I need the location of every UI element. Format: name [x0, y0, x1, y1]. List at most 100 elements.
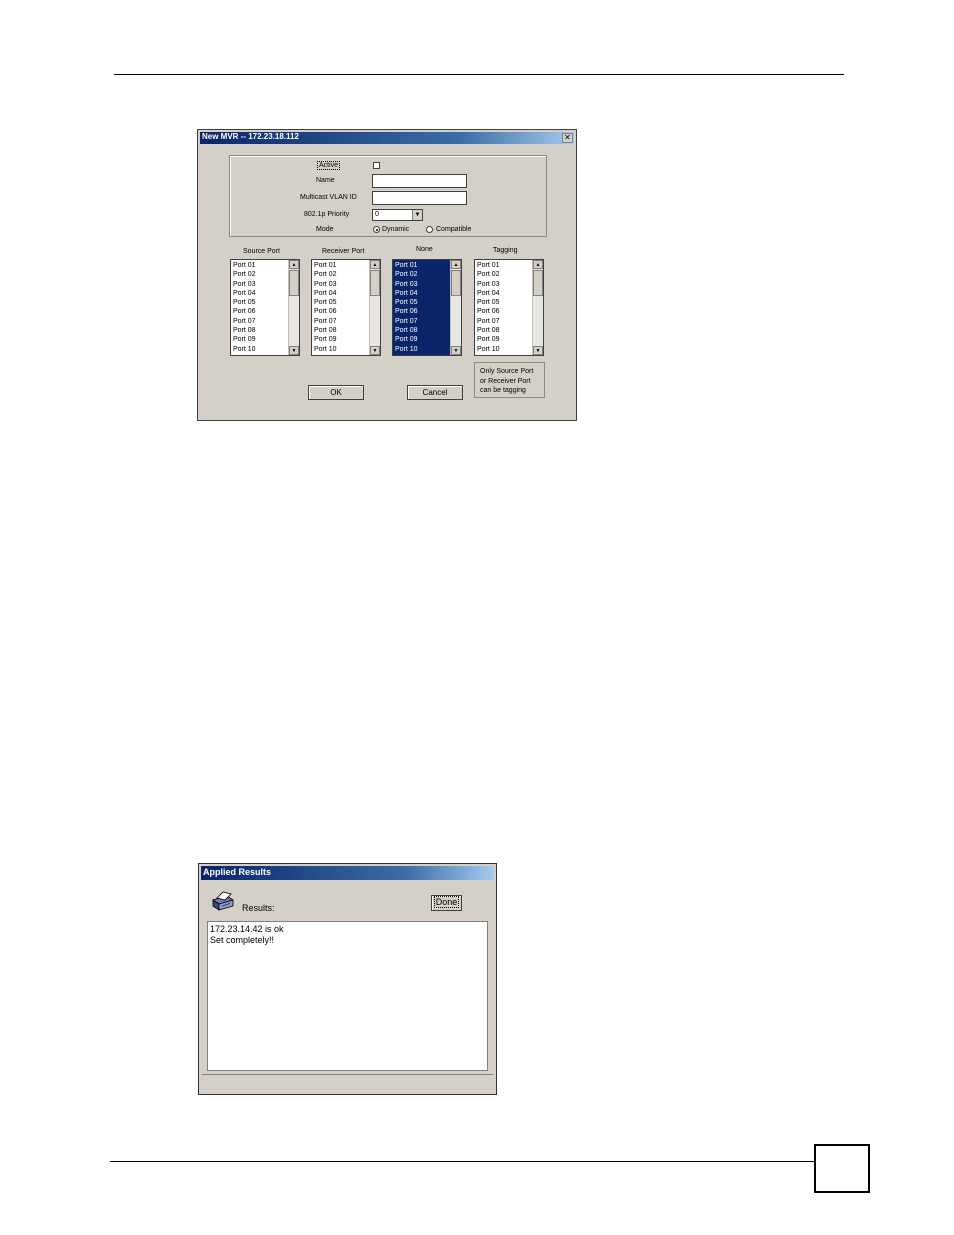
port-list-item[interactable]: Port 04: [394, 289, 450, 298]
port-list-item[interactable]: Port 08: [232, 326, 288, 335]
mode-dynamic-radio[interactable]: [373, 226, 380, 233]
scroll-up-icon[interactable]: ▲: [370, 260, 380, 269]
scroll-up-icon[interactable]: ▲: [451, 260, 461, 269]
scroll-down-icon[interactable]: ▼: [451, 346, 461, 355]
port-list-item[interactable]: Port 03: [476, 280, 532, 289]
port-list-item[interactable]: Port 09: [394, 335, 450, 344]
note-line: or Receiver Port: [480, 377, 531, 385]
port-list-item[interactable]: Port 04: [232, 289, 288, 298]
name-input[interactable]: [372, 174, 467, 188]
port-list-item[interactable]: Port 01: [476, 261, 532, 270]
scroll-down-icon[interactable]: ▼: [370, 346, 380, 355]
note-line: Only Source Port: [480, 368, 534, 375]
note-line: can be tagging: [480, 387, 526, 394]
done-button[interactable]: Done: [431, 895, 462, 911]
port-list-item[interactable]: Port 05: [476, 298, 532, 307]
result-line: Set completely!!: [210, 935, 275, 945]
port-list-item[interactable]: Port 08: [476, 326, 532, 335]
tagging-port-list[interactable]: Port 01 Port 02 Port 03 Port 04 Port 05 Port …: [474, 259, 544, 356]
port-list-item[interactable]: Port 06: [313, 307, 369, 316]
scroll-thumb[interactable]: [289, 270, 299, 296]
port-list-item[interactable]: Port 07: [394, 317, 450, 326]
port-list-item[interactable]: Port 07: [313, 317, 369, 326]
port-list-item[interactable]: Port 02: [476, 270, 532, 279]
port-list-item[interactable]: Port 10: [232, 345, 288, 354]
active-checkbox[interactable]: [373, 162, 380, 169]
results-title-bar: Applied Results: [201, 866, 494, 880]
status-bar: [202, 1074, 493, 1091]
vlan-id-label: Multicast VLAN ID: [300, 194, 357, 201]
tagging-note: Only Source Port or Receiver Port can be…: [474, 362, 545, 398]
port-list-item[interactable]: Port 06: [232, 307, 288, 316]
mode-compatible-radio[interactable]: [426, 226, 433, 233]
footer-rule: [110, 1161, 814, 1162]
none-port-list[interactable]: Port 01 Port 02 Port 03 Port 04 Port 05 Port …: [392, 259, 462, 356]
port-list-item[interactable]: Port 01: [394, 261, 450, 270]
port-list-item[interactable]: Port 10: [313, 345, 369, 354]
none-port-scrollbar[interactable]: ▲ ▼: [450, 260, 461, 355]
mode-dynamic-label: Dynamic: [382, 226, 410, 233]
port-list-item[interactable]: Port 05: [394, 298, 450, 307]
port-list-item[interactable]: Port 03: [313, 280, 369, 289]
port-list-item[interactable]: Port 02: [313, 270, 369, 279]
port-list-item[interactable]: Port 06: [394, 307, 450, 316]
port-list-item[interactable]: Port 02: [394, 270, 450, 279]
results-text-area[interactable]: 172.23.14.42 is ok Set completely!!: [207, 921, 488, 1071]
port-list-item[interactable]: Port 02: [232, 270, 288, 279]
mode-compatible-label: Compatible: [436, 226, 472, 233]
port-list-item[interactable]: Port 04: [476, 289, 532, 298]
port-list-item[interactable]: Port 01: [313, 261, 369, 270]
page-number-box: [814, 1144, 870, 1193]
vlan-id-input[interactable]: [372, 191, 467, 205]
port-list-item[interactable]: Port 06: [476, 307, 532, 316]
port-list-item[interactable]: Port 09: [232, 335, 288, 344]
port-list-item[interactable]: Port 09: [313, 335, 369, 344]
done-label: Done: [433, 896, 460, 908]
tagging-port-scrollbar[interactable]: ▲ ▼: [532, 260, 543, 355]
priority-select[interactable]: 0 ▼: [372, 209, 423, 221]
chevron-down-icon[interactable]: ▼: [412, 210, 422, 220]
receiver-port-heading: Receiver Port: [322, 248, 365, 255]
port-list-item[interactable]: Port 07: [476, 317, 532, 326]
active-label: Active: [317, 161, 341, 170]
port-list-item[interactable]: Port 10: [394, 345, 450, 354]
receiver-port-scrollbar[interactable]: ▲ ▼: [369, 260, 380, 355]
ok-button[interactable]: OK: [308, 385, 364, 400]
results-label: Results:: [242, 903, 275, 913]
port-list-item[interactable]: Port 07: [232, 317, 288, 326]
tagging-heading: Tagging: [493, 247, 518, 254]
source-port-list[interactable]: Port 01 Port 02 Port 03 Port 04 Port 05 Port …: [230, 259, 300, 356]
port-list-item[interactable]: Port 01: [232, 261, 288, 270]
scroll-down-icon[interactable]: ▼: [533, 346, 543, 355]
priority-label: 802.1p Priority: [304, 211, 350, 218]
scroll-thumb[interactable]: [533, 270, 543, 296]
receiver-port-list[interactable]: Port 01 Port 02 Port 03 Port 04 Port 05 Port …: [311, 259, 381, 356]
mode-label: Mode: [316, 226, 334, 233]
source-port-scrollbar[interactable]: ▲ ▼: [288, 260, 299, 355]
port-list-item[interactable]: Port 05: [313, 298, 369, 307]
port-list-item[interactable]: Port 08: [394, 326, 450, 335]
dialog-title-bar: New MVR -- 172.23.18.112: [200, 132, 574, 144]
dialog-title: New MVR -- 172.23.18.112: [202, 132, 299, 141]
name-label: Name: [316, 177, 335, 184]
scroll-thumb[interactable]: [451, 270, 461, 296]
priority-value: 0: [375, 211, 379, 218]
results-title: Applied Results: [203, 867, 272, 877]
applied-results-dialog: Applied Results Results: Done 172.23.14.…: [198, 863, 497, 1095]
scroll-down-icon[interactable]: ▼: [289, 346, 299, 355]
new-mvr-dialog: New MVR -- 172.23.18.112 ✕ Active Name M…: [197, 129, 577, 421]
scroll-up-icon[interactable]: ▲: [289, 260, 299, 269]
cancel-button[interactable]: Cancel: [407, 385, 463, 400]
scroll-thumb[interactable]: [370, 270, 380, 296]
scroll-up-icon[interactable]: ▲: [533, 260, 543, 269]
port-list-item[interactable]: Port 09: [476, 335, 532, 344]
port-list-item[interactable]: Port 05: [232, 298, 288, 307]
close-icon[interactable]: ✕: [562, 133, 573, 143]
source-port-heading: Source Port: [243, 248, 280, 255]
none-heading: None: [416, 246, 433, 253]
port-list-item[interactable]: Port 08: [313, 326, 369, 335]
port-list-item[interactable]: Port 04: [313, 289, 369, 298]
port-list-item[interactable]: Port 03: [394, 280, 450, 289]
port-list-item[interactable]: Port 10: [476, 345, 532, 354]
port-list-item[interactable]: Port 03: [232, 280, 288, 289]
